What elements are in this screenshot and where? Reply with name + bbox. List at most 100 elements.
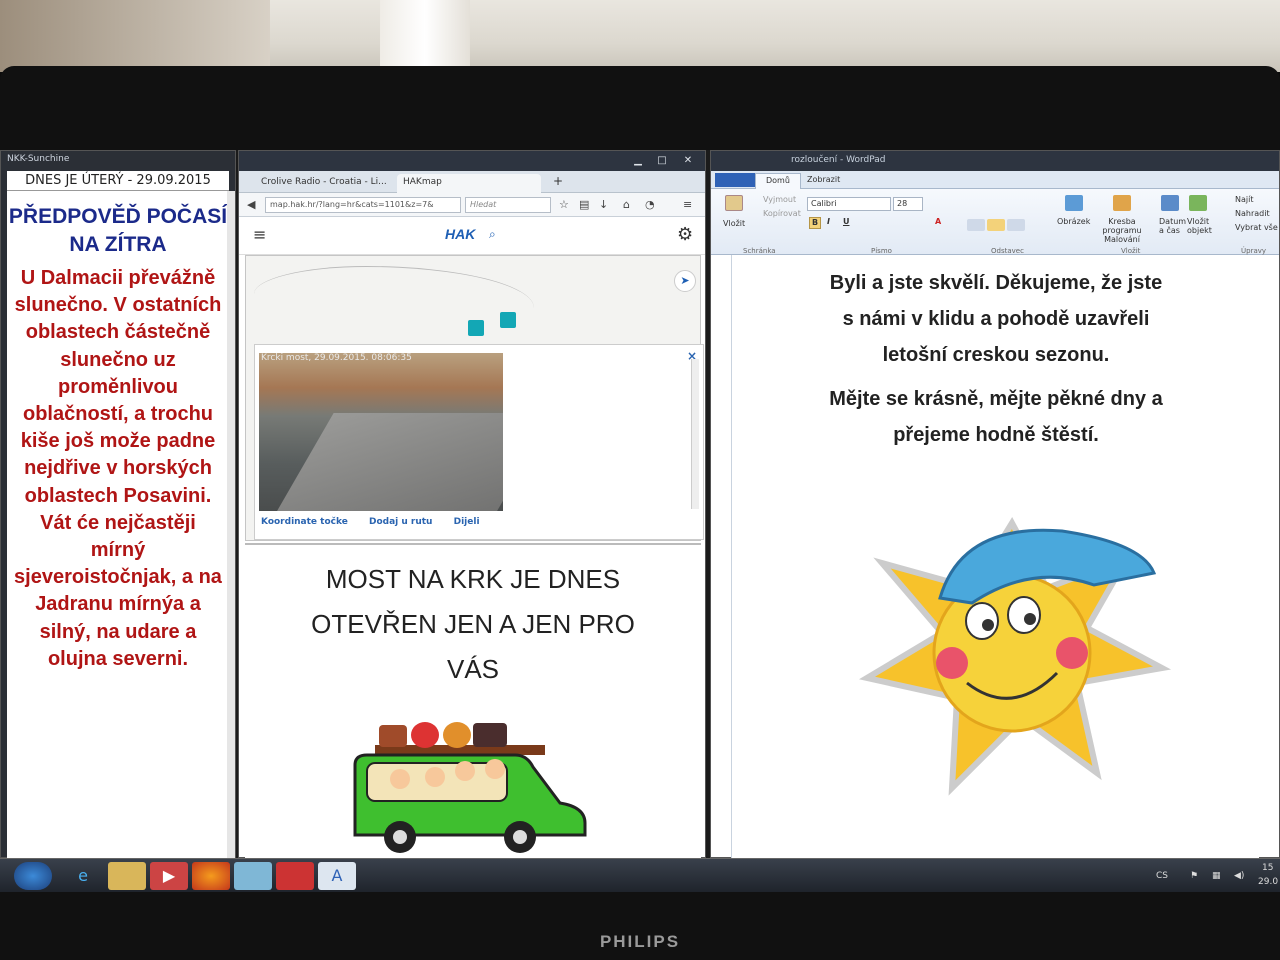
bridge-headline: MOST NA KRK JE DNES OTEVŘEN JEN A JEN PR… — [245, 557, 701, 692]
close-button[interactable]: ✕ — [679, 154, 697, 167]
settings-gear-icon[interactable]: ⚙ — [677, 224, 693, 245]
passenger-face — [390, 769, 410, 789]
sun-eye — [965, 602, 999, 640]
krk-message-pane: MOST NA KRK JE DNES OTEVŘEN JEN A JEN PR… — [245, 543, 701, 859]
align-left-icon[interactable] — [967, 219, 985, 231]
camera-pin-icon[interactable] — [500, 312, 516, 328]
radio-app-icon[interactable] — [276, 862, 314, 890]
edit-group-label: Úpravy — [1241, 247, 1267, 255]
bold-button[interactable]: B — [809, 217, 821, 229]
datetime-icon[interactable] — [1161, 195, 1179, 211]
luggage — [379, 725, 407, 747]
hak-header: ≡ HAK ⌕ ⚙ — [239, 217, 705, 255]
hak-map[interactable]: ➤ Krcki most, 29.09.2015. 08:06:35 × Koo… — [245, 255, 704, 541]
cut-button[interactable]: Vyjmout — [763, 195, 796, 204]
car-illustration — [353, 722, 587, 853]
search-icon[interactable]: ⌕ — [489, 227, 496, 242]
light-glare — [380, 0, 470, 72]
pocket-icon[interactable]: ◔ — [645, 198, 655, 211]
font-color-button[interactable]: A — [935, 217, 941, 226]
clock-date[interactable]: 29.0 — [1258, 877, 1278, 887]
copy-button[interactable]: Kopírovat — [763, 209, 801, 218]
menu-icon[interactable]: ≡ — [683, 198, 692, 211]
forecast-body: PŘEDPOVĚĎ POČASÍ NA ZÍTRA U Dalmacii pře… — [7, 191, 229, 859]
share-link[interactable]: Dijeli — [454, 517, 480, 527]
bookmark-star-icon[interactable]: ☆ — [559, 198, 569, 211]
find-button[interactable]: Najít — [1235, 195, 1253, 204]
camera-popup: Krcki most, 29.09.2015. 08:06:35 × Koord… — [254, 344, 704, 540]
insert-object-icon[interactable] — [1189, 195, 1207, 211]
tab-hakmap[interactable]: HAKmap — [397, 174, 541, 193]
media-player-icon[interactable]: ▶ — [150, 862, 188, 890]
align-right-icon[interactable] — [1007, 219, 1025, 231]
document-text: Byli a jste skvělí. Děkujeme, že jste s … — [732, 265, 1260, 461]
home-icon[interactable]: ⌂ — [623, 198, 630, 211]
clock-time[interactable]: 15 — [1262, 863, 1273, 873]
start-button[interactable] — [14, 862, 52, 890]
window-shade — [0, 0, 270, 72]
coordinates-link[interactable]: Koordinate točke — [261, 517, 348, 527]
underline-button[interactable]: U — [843, 217, 850, 226]
replace-button[interactable]: Nahradit — [1235, 209, 1270, 218]
font-family-select[interactable]: Calibri — [807, 197, 891, 211]
insert-object-button[interactable]: Vložit objekt — [1187, 217, 1217, 235]
reading-list-icon[interactable]: ▤ — [579, 198, 589, 211]
network-icon[interactable]: ▦ — [1212, 871, 1221, 881]
firefox-icon[interactable] — [192, 862, 230, 890]
tray-flag-icon[interactable]: ⚑ — [1190, 871, 1198, 881]
popup-scrollbar[interactable] — [691, 359, 699, 509]
forecast-heading: PŘEDPOVĚĎ POČASÍ NA ZÍTRA — [8, 205, 228, 256]
insert-group-label: Vložit — [1121, 247, 1141, 255]
wordpad-title: rozloučení - WordPad — [791, 155, 886, 165]
url-bar[interactable]: map.hak.hr/?lang=hr&cats=1101&z=7& — [265, 197, 461, 213]
datetime-button[interactable]: Datum a čas — [1159, 217, 1187, 235]
download-icon[interactable]: ↓ — [599, 198, 608, 211]
paragraph-group-label: Odstavec — [991, 247, 1024, 255]
browser-tabs: Crolive Radio - Croatia - Li... HAKmap + — [239, 171, 705, 193]
camera-pin-icon[interactable] — [468, 320, 484, 336]
locate-icon[interactable]: ➤ — [674, 270, 696, 292]
nav-bar: ◀ map.hak.hr/?lang=hr&cats=1101&z=7& Hle… — [239, 193, 705, 217]
ie-icon[interactable]: e — [64, 862, 102, 890]
volume-icon[interactable]: ◀) — [1234, 871, 1244, 881]
explorer-icon[interactable] — [108, 862, 146, 890]
tab-view[interactable]: Zobrazit — [797, 173, 850, 189]
picture-button[interactable]: Obrázek — [1057, 217, 1090, 226]
align-center-icon[interactable] — [987, 219, 1005, 231]
wordpad-taskbar-icon[interactable]: A — [318, 862, 356, 890]
add-route-link[interactable]: Dodaj u rutu — [369, 517, 432, 527]
car-hubcap — [513, 830, 527, 844]
sun-cheek — [936, 647, 968, 679]
headline-line: MOST NA KRK JE DNES — [325, 564, 621, 594]
room-background — [0, 0, 1280, 72]
app-icon[interactable] — [234, 862, 272, 890]
passenger-face — [425, 767, 445, 787]
popup-links: Koordinate točke Dodaj u rutu Dijeli — [261, 517, 498, 527]
maximize-button[interactable]: □ — [653, 154, 671, 167]
minimize-button[interactable]: ▁ — [629, 154, 647, 167]
headline-line: OTEVŘEN JEN A JEN PRO — [311, 609, 635, 639]
tab-crolive[interactable]: Crolive Radio - Croatia - Li... — [255, 174, 395, 193]
font-size-select[interactable]: 28 — [893, 197, 923, 211]
wordpad-menu-button[interactable] — [715, 173, 755, 187]
hamburger-icon[interactable]: ≡ — [253, 225, 266, 244]
paste-button[interactable]: Vložit — [723, 219, 745, 228]
paste-icon[interactable] — [725, 195, 743, 211]
picture-icon[interactable] — [1065, 195, 1083, 211]
forecast-window-title: NKK-Sunchine — [7, 154, 70, 164]
wordpad-document[interactable]: Byli a jste skvělí. Děkujeme, že jste s … — [731, 255, 1259, 859]
hak-logo[interactable]: HAK — [445, 226, 475, 242]
back-icon[interactable]: ◀ — [247, 198, 255, 211]
language-indicator[interactable]: CS — [1156, 871, 1168, 881]
new-tab-button[interactable]: + — [547, 174, 569, 193]
select-all-button[interactable]: Vybrat vše — [1235, 223, 1278, 232]
forecast-scrollbar[interactable] — [227, 191, 235, 859]
thanks-paragraph: Byli a jste skvělí. Děkujeme, že jste s … — [829, 272, 1163, 366]
search-field[interactable]: Hledat — [465, 197, 551, 213]
italic-button[interactable]: I — [827, 217, 830, 226]
tab-home[interactable]: Domů — [755, 173, 801, 189]
sun-pupil — [982, 619, 994, 631]
passenger-face — [485, 759, 505, 779]
paint-icon[interactable] — [1113, 195, 1131, 211]
paint-button[interactable]: Kresba programu Malování — [1089, 217, 1155, 244]
